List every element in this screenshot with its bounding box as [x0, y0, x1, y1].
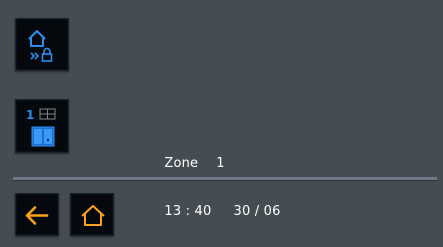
zone-status: Zone 1 13 : 40 30 / 06 [147, 108, 281, 220]
time-display: 13 : 40 [164, 204, 212, 219]
arm-system-button[interactable] [15, 18, 69, 71]
back-button[interactable] [15, 193, 59, 236]
home-icon [81, 205, 105, 226]
zone-label: Zone [164, 156, 199, 171]
arrow-left-icon [25, 206, 49, 225]
zone-number-badge: 1 [26, 108, 34, 122]
divider [13, 177, 437, 180]
zone-number: 1 [216, 156, 225, 171]
zone-button[interactable]: 1 [15, 99, 69, 153]
home-button[interactable] [70, 193, 114, 236]
zone-door-icon: 1 [26, 108, 56, 147]
date-display: 30 / 06 [233, 204, 281, 219]
house-lock-icon [28, 30, 53, 62]
